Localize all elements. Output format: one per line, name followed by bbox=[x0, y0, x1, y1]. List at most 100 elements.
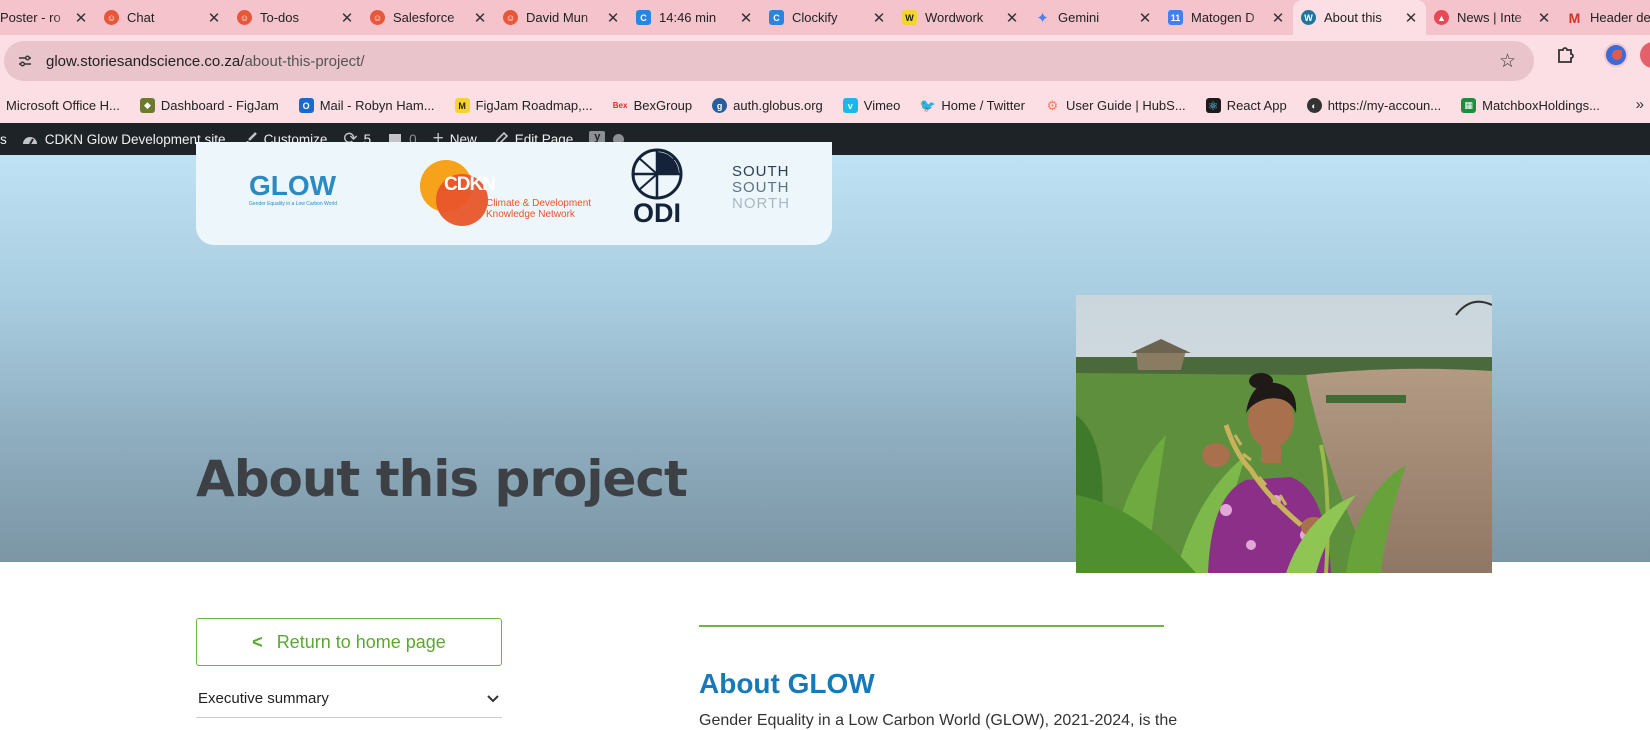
bookmark-item[interactable]: O Mail - Robyn Ham... bbox=[298, 98, 435, 113]
url-text[interactable]: glow.storiesandscience.co.za/about-this-… bbox=[46, 53, 365, 70]
cdkn-name: Climate & Development Knowledge Network bbox=[486, 198, 591, 220]
browser-tab[interactable]: Poster - ro ✕ bbox=[0, 0, 96, 35]
tab-title: News | Inte bbox=[1457, 10, 1522, 25]
glow-tagline: Gender Equality in a Low Carbon World bbox=[249, 201, 338, 207]
browser-tab[interactable]: C 14:46 min ✕ bbox=[628, 0, 761, 35]
extensions-icon[interactable] bbox=[1552, 42, 1578, 68]
bookmark-label: Mail - Robyn Ham... bbox=[319, 98, 435, 113]
tab-title: Wordwork bbox=[925, 10, 984, 25]
admin-menu-edge[interactable]: s bbox=[0, 132, 7, 147]
tab-title: Chat bbox=[127, 10, 155, 25]
tab-title: To-dos bbox=[260, 10, 300, 25]
intro-paragraph: Gender Equality in a Low Carbon World (G… bbox=[699, 712, 1178, 729]
bookmark-item[interactable]: ◐ https://my-accoun... bbox=[1306, 98, 1441, 113]
accordion-label: Executive summary bbox=[198, 690, 329, 707]
wordpress-favicon-icon: W bbox=[1301, 10, 1316, 25]
ssn-line2: SOUTH bbox=[732, 179, 790, 196]
close-tab-icon[interactable]: ✕ bbox=[74, 9, 88, 27]
browser-tab[interactable]: ☺ David Mun ✕ bbox=[495, 0, 628, 35]
tab-title: Poster - ro bbox=[0, 10, 61, 25]
bookmark-item[interactable]: Bex BexGroup bbox=[613, 98, 692, 113]
browser-tab[interactable]: W Wordwork ✕ bbox=[894, 0, 1027, 35]
bookmark-label: Vimeo bbox=[863, 98, 901, 113]
chevron-down-icon bbox=[487, 694, 499, 702]
bookmark-item[interactable]: g auth.globus.org bbox=[712, 98, 823, 113]
glow-wordmark: GLOW bbox=[249, 170, 337, 201]
south-south-north-logo[interactable]: SOUTH SOUTH NORTH bbox=[732, 164, 790, 212]
partner-logos: GLOW Gender Equality in a Low Carbon Wor… bbox=[196, 142, 832, 245]
cdkn-monogram: CDKN bbox=[444, 174, 496, 195]
timer-favicon-icon: C bbox=[636, 10, 651, 25]
vimeo-icon: v bbox=[842, 98, 858, 113]
close-tab-icon[interactable]: ✕ bbox=[1138, 9, 1152, 27]
bookmark-label: React App bbox=[1226, 98, 1287, 113]
bookmark-label: MatchboxHoldings... bbox=[1482, 98, 1600, 113]
bookmark-label: Home / Twitter bbox=[941, 98, 1025, 113]
section-heading: About GLOW bbox=[699, 668, 875, 699]
bookmark-item[interactable]: v Vimeo bbox=[842, 98, 901, 113]
globus-icon: g bbox=[712, 98, 728, 113]
executive-summary-accordion[interactable]: Executive summary bbox=[196, 680, 502, 718]
bookmark-item[interactable]: ◆ Dashboard - FigJam bbox=[139, 98, 279, 113]
browser-tab[interactable]: ☺ To-dos ✕ bbox=[229, 0, 362, 35]
browser-tab[interactable]: 11 Matogen D ✕ bbox=[1160, 0, 1293, 35]
cdkn-logo[interactable]: CDKN Climate & Development Knowledge Net… bbox=[416, 156, 606, 228]
wordwork-favicon-icon: W bbox=[902, 10, 917, 25]
close-tab-icon[interactable]: ✕ bbox=[1537, 9, 1551, 27]
farmer-maize-photo bbox=[1076, 295, 1492, 573]
bookmark-star-icon[interactable]: ☆ bbox=[1499, 50, 1516, 73]
odi-wordmark: ODI bbox=[632, 198, 681, 228]
outlook-icon: O bbox=[298, 98, 314, 113]
browser-tab[interactable]: ▲ News | Inte ✕ bbox=[1426, 0, 1559, 35]
url-host: glow.storiesandscience.co.za/ bbox=[46, 52, 245, 70]
ssn-line1: SOUTH bbox=[732, 163, 790, 180]
browser-tab[interactable]: ☺ Salesforce ✕ bbox=[362, 0, 495, 35]
tab-title: Clockify bbox=[792, 10, 838, 25]
chat-favicon-icon: ☺ bbox=[104, 10, 119, 25]
bookmark-item[interactable]: 🐦 Home / Twitter bbox=[920, 98, 1025, 114]
bookmark-item[interactable]: ▦ MatchboxHoldings... bbox=[1461, 98, 1600, 113]
close-tab-icon[interactable]: ✕ bbox=[473, 9, 487, 27]
browser-tab[interactable]: M Header de bbox=[1559, 0, 1650, 35]
browser-tab[interactable]: ✦ Gemini ✕ bbox=[1027, 0, 1160, 35]
tab-title: Matogen D bbox=[1191, 10, 1255, 25]
odi-logo[interactable]: ODI bbox=[626, 148, 688, 230]
tab-title: About this bbox=[1324, 10, 1382, 25]
chevron-left-icon: < bbox=[252, 631, 263, 652]
react-icon: ⚛ bbox=[1205, 98, 1221, 113]
dashboard-gauge-icon bbox=[22, 137, 37, 145]
more-bookmarks-icon[interactable]: » bbox=[1636, 96, 1644, 113]
close-tab-icon[interactable]: ✕ bbox=[872, 9, 886, 27]
tab-title: 14:46 min bbox=[659, 10, 717, 25]
site-settings-icon[interactable] bbox=[14, 50, 36, 72]
bookmark-item[interactable]: Microsoft Office H... bbox=[6, 98, 120, 113]
close-tab-icon[interactable]: ✕ bbox=[1271, 9, 1285, 27]
browser-tab[interactable]: ☺ Chat ✕ bbox=[96, 0, 229, 35]
profile-avatar-icon[interactable] bbox=[1604, 43, 1628, 67]
ssn-line3: NORTH bbox=[732, 195, 791, 212]
browser-tab[interactable]: C Clockify ✕ bbox=[761, 0, 894, 35]
hubspot-icon: ⚙ bbox=[1046, 97, 1059, 113]
browser-tab-active[interactable]: W About this ✕ bbox=[1293, 0, 1426, 35]
figjam-icon: ◆ bbox=[139, 98, 155, 113]
tab-title: Header de bbox=[1590, 10, 1650, 25]
bookmark-item[interactable]: ⚛ React App bbox=[1205, 98, 1287, 113]
bookmark-label: Dashboard - FigJam bbox=[160, 98, 279, 113]
glow-logo[interactable]: GLOW Gender Equality in a Low Carbon Wor… bbox=[249, 170, 337, 207]
bookmark-item[interactable]: ⚙ User Guide | HubS... bbox=[1045, 97, 1186, 114]
address-bar[interactable]: glow.storiesandscience.co.za/about-this-… bbox=[4, 41, 1534, 81]
bookmark-label: FigJam Roadmap,... bbox=[475, 98, 593, 113]
close-tab-icon[interactable]: ✕ bbox=[1404, 9, 1418, 27]
section-divider bbox=[699, 625, 1164, 627]
bookmark-item[interactable]: M FigJam Roadmap,... bbox=[454, 98, 593, 113]
close-tab-icon[interactable]: ✕ bbox=[340, 9, 354, 27]
close-tab-icon[interactable]: ✕ bbox=[1005, 9, 1019, 27]
site-name-link[interactable]: CDKN Glow Development site bbox=[21, 131, 226, 147]
contact-favicon-icon: ☺ bbox=[503, 10, 518, 25]
close-tab-icon[interactable]: ✕ bbox=[606, 9, 620, 27]
return-home-button[interactable]: < Return to home page bbox=[196, 618, 502, 666]
clockify-favicon-icon: C bbox=[769, 10, 784, 25]
close-tab-icon[interactable]: ✕ bbox=[739, 9, 753, 27]
gemini-favicon-icon: ✦ bbox=[1036, 9, 1049, 27]
close-tab-icon[interactable]: ✕ bbox=[207, 9, 221, 27]
